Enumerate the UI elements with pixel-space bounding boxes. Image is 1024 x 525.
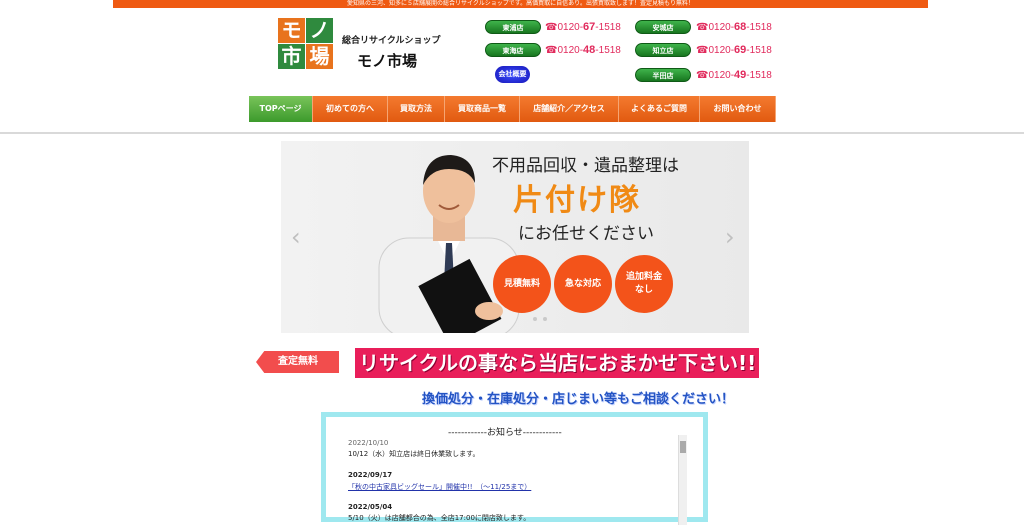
- nav-purchase-method[interactable]: 買取方法: [388, 96, 445, 122]
- header-divider: [0, 132, 1024, 134]
- phone-prefix: ☎0120-: [545, 22, 584, 33]
- phone-prefix: ☎0120-: [545, 45, 584, 56]
- nav-faq[interactable]: よくあるご質問: [619, 96, 700, 122]
- logo-char-3: 市: [278, 44, 305, 69]
- phone-end: -1518: [746, 45, 772, 56]
- phone-handa[interactable]: ☎0120-49-1518: [696, 69, 772, 81]
- nav-first-time[interactable]: 初めての方へ: [313, 96, 388, 122]
- company-profile-button[interactable]: 会社概要: [495, 66, 530, 83]
- slider-dot[interactable]: [543, 317, 547, 321]
- news-scrollbar[interactable]: [678, 435, 687, 525]
- phone-anjo[interactable]: ☎0120-68-1518: [696, 21, 772, 33]
- phone-end: -1518: [595, 45, 621, 56]
- phone-end: -1518: [746, 70, 772, 81]
- nav-purchase-items[interactable]: 買取商品一覧: [445, 96, 520, 122]
- phone-mid: 68: [734, 21, 747, 33]
- news-date: 2022/09/17: [348, 471, 393, 479]
- news-box: ------------お知らせ------------ 2022/10/10 …: [321, 412, 708, 525]
- phone-prefix: ☎0120-: [696, 70, 735, 81]
- free-appraisal-badge: 査定無料: [256, 351, 339, 373]
- headline-banner: リサイクルの事なら当店におまかせ下さい!!: [355, 348, 759, 378]
- store-button-tokai[interactable]: 東海店: [485, 43, 541, 57]
- consult-text: 換価処分・在庫処分・店じまい等もご相談ください！: [422, 392, 735, 407]
- logo-char-1: モ: [278, 18, 305, 43]
- feature-circle-no-extra-fee: 追加料金 なし: [615, 255, 673, 313]
- slider-prev-icon[interactable]: ‹: [291, 223, 301, 251]
- logo-char-4: 場: [306, 44, 333, 69]
- slider-dots: [533, 317, 547, 321]
- nav-store-access[interactable]: 店舗紹介／アクセス: [520, 96, 619, 122]
- top-banner: 愛知県の三河、知多に５店舗展開の総合リサイクルショップです。高価買取に自信あり。…: [113, 0, 928, 8]
- news-link[interactable]: 「秋の中古家具ビッグセール」開催中!! （～11/25まで）: [348, 482, 531, 492]
- store-button-anjo[interactable]: 安城店: [635, 20, 691, 34]
- phone-prefix: ☎0120-: [696, 45, 735, 56]
- news-text: 10/12（水）知立店は終日休業致します。: [348, 450, 480, 458]
- scroll-thumb[interactable]: [680, 441, 686, 453]
- brand-name: モノ市場: [357, 52, 418, 70]
- phone-end: -1518: [595, 22, 621, 33]
- feature-circle-urgent: 急な対応: [554, 255, 612, 313]
- feature-circle-free-estimate: 見積無料: [493, 255, 551, 313]
- phone-tokai[interactable]: ☎0120-48-1518: [545, 44, 621, 56]
- news-date: 2022/10/10: [348, 439, 389, 447]
- store-button-chiryu[interactable]: 知立店: [635, 43, 691, 57]
- phone-prefix: ☎0120-: [696, 22, 735, 33]
- news-title: ------------お知らせ------------: [448, 428, 562, 438]
- nav-top[interactable]: TOPページ: [249, 96, 313, 122]
- phone-mid: 48: [583, 44, 596, 56]
- brand-subtitle: 総合リサイクルショップ: [342, 36, 441, 46]
- news-date: 2022/05/04: [348, 503, 393, 511]
- phone-mid: 69: [734, 44, 747, 56]
- slide-line-2: 片付け隊: [513, 183, 641, 218]
- store-button-higashiura[interactable]: 東浦店: [485, 20, 541, 34]
- store-button-handa[interactable]: 半田店: [635, 68, 691, 82]
- slider-next-icon[interactable]: ›: [725, 223, 735, 251]
- site-logo[interactable]: モ ノ 市 場: [278, 18, 334, 70]
- phone-mid: 49: [734, 69, 747, 81]
- phone-mid: 67: [583, 21, 596, 33]
- phone-higashiura[interactable]: ☎0120-67-1518: [545, 21, 621, 33]
- phone-chiryu[interactable]: ☎0120-69-1518: [696, 44, 772, 56]
- nav-contact[interactable]: お問い合わせ: [700, 96, 776, 122]
- slide-line-3: にお任せください: [518, 224, 654, 244]
- slider-dot[interactable]: [533, 317, 537, 321]
- hero-slider[interactable]: ‹ › 不用品回収・遺品整理は 片付け隊 にお任せください 見積無料 急な対応 …: [281, 141, 749, 333]
- main-nav: TOPページ 初めての方へ 買取方法 買取商品一覧 店舗紹介／アクセス よくある…: [249, 96, 776, 122]
- slide-line-1: 不用品回収・遺品整理は: [492, 156, 679, 176]
- logo-char-2: ノ: [306, 18, 333, 43]
- phone-end: -1518: [746, 22, 772, 33]
